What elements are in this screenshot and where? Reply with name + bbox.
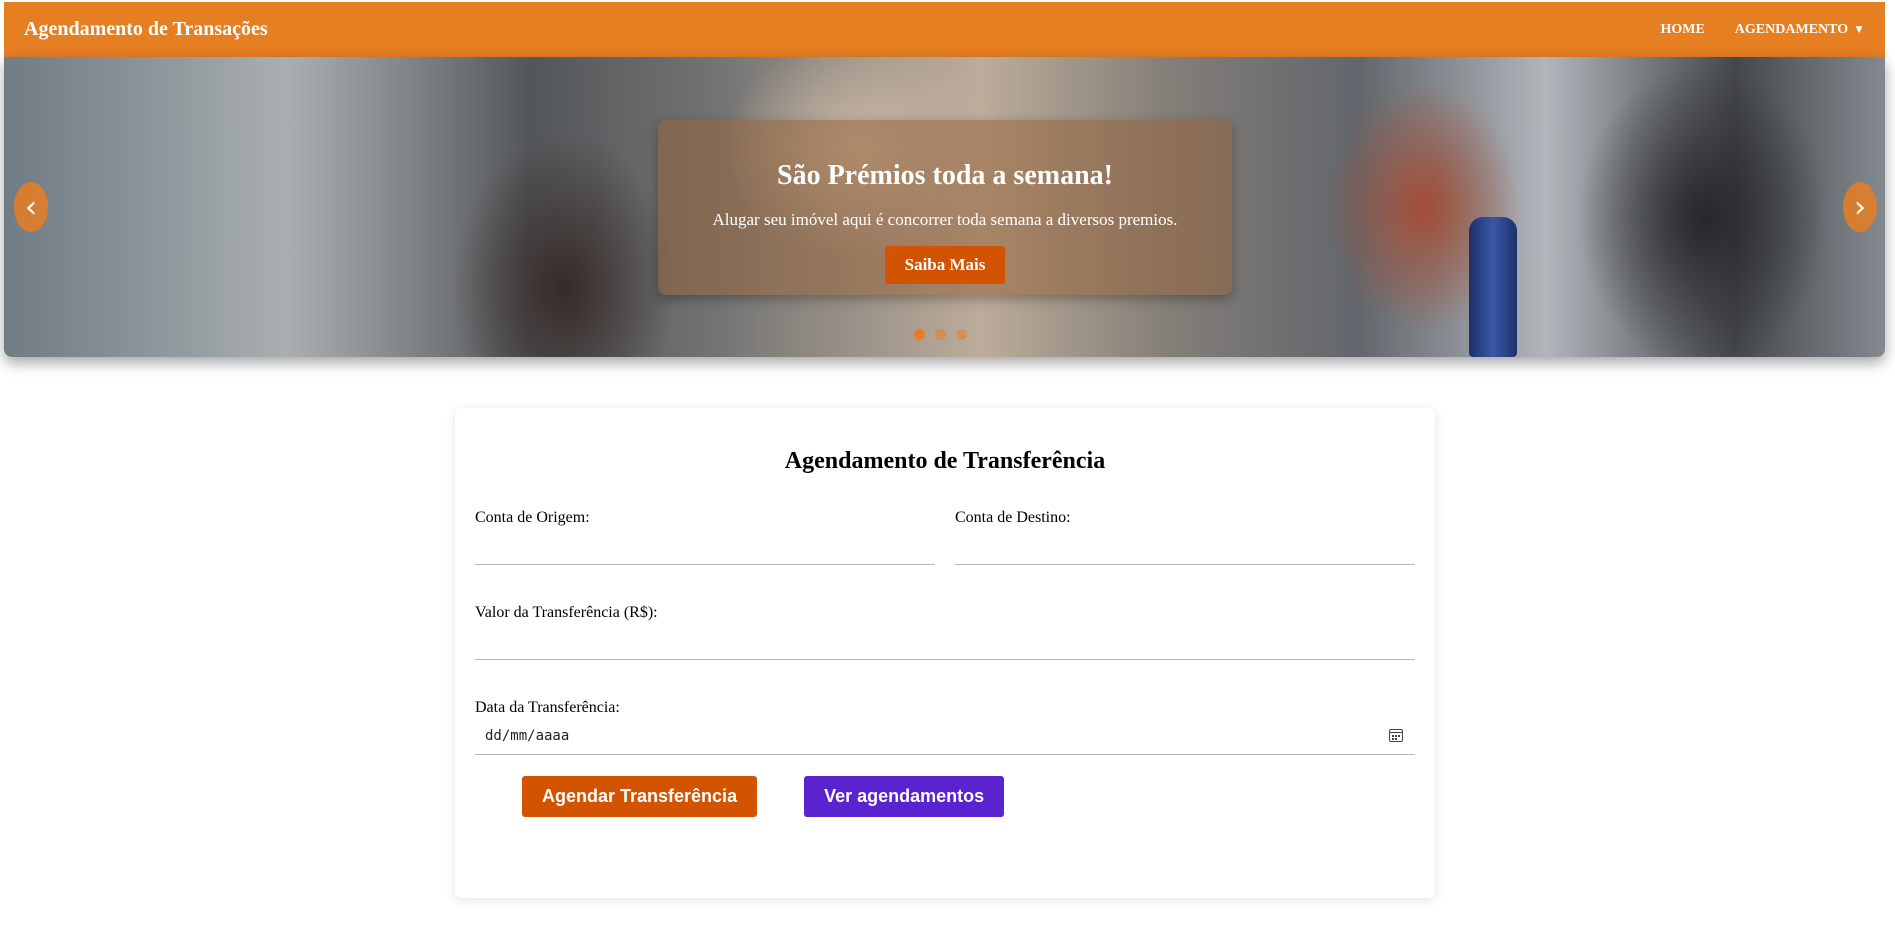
carousel-indicator-2[interactable] (935, 329, 946, 340)
chevron-left-icon: ‹ (25, 189, 37, 225)
carousel-indicators (914, 329, 967, 340)
carousel-caption: São Prémios toda a semana! Alugar seu im… (658, 120, 1232, 295)
nav-links: HOME AGENDAMENTO ▼ (1630, 22, 1865, 38)
destino-input[interactable] (955, 527, 1415, 565)
data-label: Data da Transferência: (475, 699, 620, 716)
carousel-title: São Prémios toda a semana! (777, 160, 1113, 191)
origem-field-group: Conta de Origem: (475, 509, 935, 565)
nav-agendamento-dropdown[interactable]: AGENDAMENTO ▼ (1735, 22, 1865, 38)
hero-image-detail (1469, 217, 1517, 357)
nav-agendamento-label: AGENDAMENTO (1734, 21, 1849, 37)
hero-carousel: São Prémios toda a semana! Alugar seu im… (4, 57, 1885, 357)
carousel-indicator-1[interactable] (914, 329, 925, 340)
origem-label: Conta de Origem: (475, 509, 590, 526)
agendar-transferencia-button[interactable]: Agendar Transferência (522, 776, 758, 817)
form-actions: Agendar Transferência Ver agendamentos (475, 776, 1415, 817)
valor-input[interactable] (475, 622, 1415, 660)
chevron-right-icon: › (1854, 189, 1866, 225)
origem-input[interactable] (475, 527, 935, 565)
carousel-next-button[interactable]: › (1843, 182, 1877, 232)
top-navbar: Agendamento de Transações HOME AGENDAMEN… (4, 2, 1885, 57)
data-input-wrapper: dd/mm/aaaa (475, 717, 1415, 755)
accounts-row: Conta de Origem: Conta de Destino: (475, 509, 1415, 565)
valor-label: Valor da Transferência (R$): (475, 604, 658, 621)
destino-label: Conta de Destino: (955, 509, 1071, 526)
brand-title[interactable]: Agendamento de Transações (24, 18, 268, 41)
transfer-form-card: Agendamento de Transferência Conta de Or… (455, 408, 1435, 898)
form-title: Agendamento de Transferência (784, 448, 1106, 474)
nav-home-link[interactable]: HOME (1660, 22, 1704, 38)
data-input-placeholder: dd/mm/aaaa (485, 727, 570, 744)
destino-field-group: Conta de Destino: (955, 509, 1415, 565)
data-field-group: Data da Transferência: dd/mm/aaaa (475, 699, 1415, 755)
saiba-mais-button[interactable]: Saiba Mais (884, 246, 1006, 284)
valor-field-group: Valor da Transferência (R$): (475, 604, 1415, 660)
carousel-text: Alugar seu imóvel aqui é concorrer toda … (712, 210, 1178, 229)
data-input[interactable]: dd/mm/aaaa (475, 717, 1415, 755)
carousel-prev-button[interactable]: ‹ (14, 182, 48, 232)
ver-agendamentos-button[interactable]: Ver agendamentos (804, 776, 1005, 817)
caret-down-icon: ▼ (1853, 22, 1865, 36)
calendar-icon[interactable] (1389, 729, 1403, 742)
carousel-indicator-3[interactable] (956, 329, 967, 340)
